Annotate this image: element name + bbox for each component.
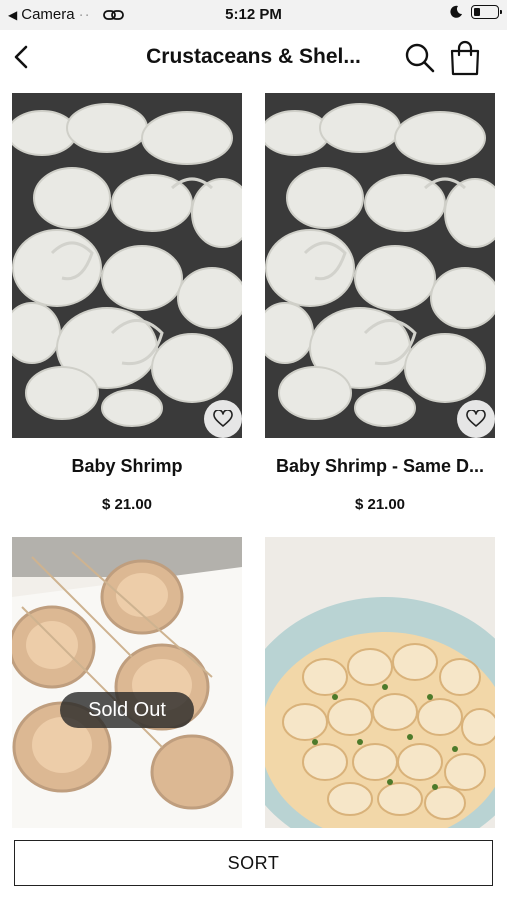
product-price: $ 21.00 [101,496,153,513]
sold-out-overlay [12,537,242,829]
back-arrow-icon[interactable] [8,41,38,73]
heart-icon [466,410,486,427]
status-time: 5:12 PM [225,6,282,23]
moon-icon [450,5,462,18]
product-name[interactable]: Baby Shrimp - Same D... [265,456,495,477]
product-card[interactable] [265,537,495,829]
page-title: Crustaceans & Shel... [146,45,361,68]
product-image-bay-scallops[interactable] [265,537,495,829]
sort-button[interactable]: SORT [14,840,493,886]
product-card[interactable]: Baby Shrimp $ 21.00 [12,93,242,523]
product-price: $ 21.00 [354,496,406,513]
product-card[interactable]: Baby Shrimp - Same D... $ 21.00 [265,93,495,523]
product-image-shrimp[interactable] [12,93,242,438]
status-bar: ◀ Camera ·· 5:12 PM [0,0,507,30]
bottom-bar: SORT [0,828,507,900]
favorite-button[interactable] [457,400,495,438]
heart-icon [213,410,233,427]
product-image-shrimp[interactable] [265,93,495,438]
product-image-seared-scallops[interactable]: Sold Out [12,537,242,829]
search-icon[interactable] [402,40,438,76]
product-name[interactable]: Baby Shrimp [12,456,242,477]
status-right [449,5,502,19]
favorite-button[interactable] [204,400,242,438]
sold-out-badge: Sold Out [60,692,194,728]
product-card[interactable]: Sold Out [12,537,242,829]
app-header: Crustaceans & Shel... [0,30,507,88]
battery-icon [471,5,502,19]
shopping-bag-icon[interactable] [445,38,485,78]
